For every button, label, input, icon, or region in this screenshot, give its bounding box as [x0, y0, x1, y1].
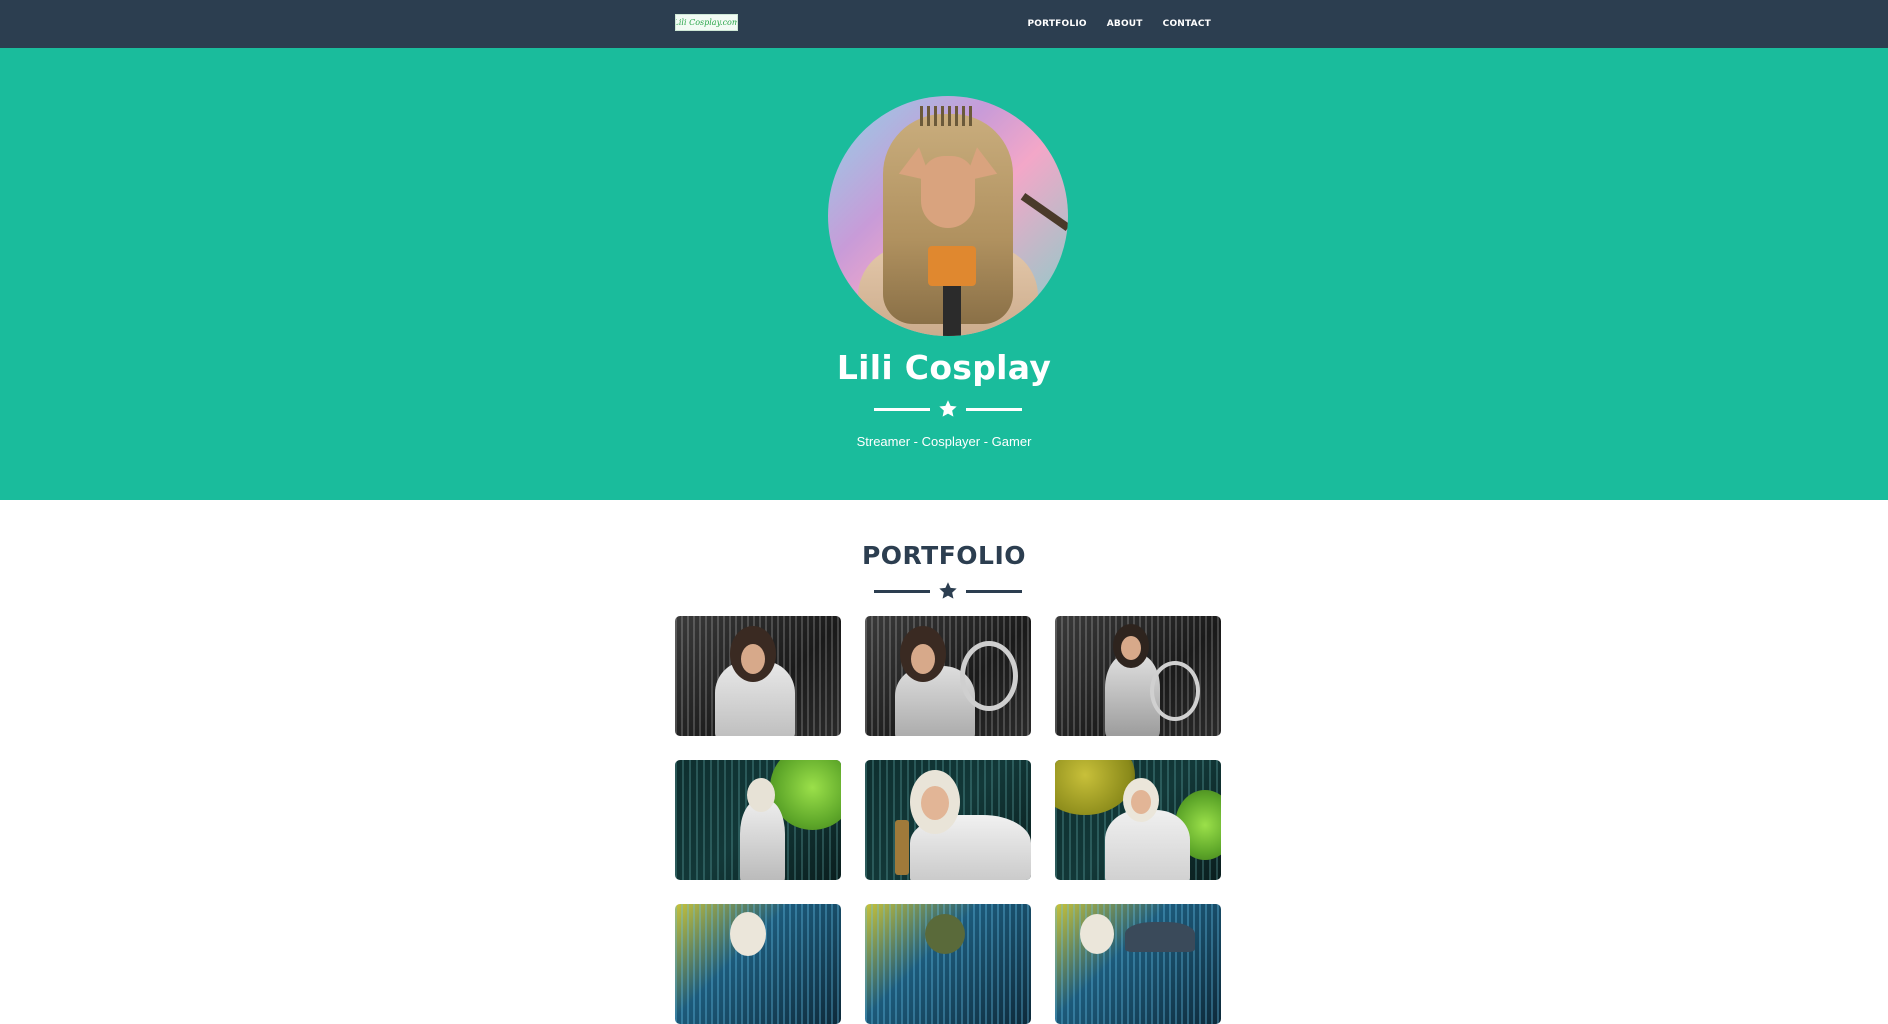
star-icon — [939, 400, 957, 417]
portfolio-item[interactable] — [865, 760, 1031, 880]
portfolio-grid — [675, 616, 1223, 1024]
portfolio-item[interactable] — [1055, 904, 1221, 1024]
hero-title: Lili Cosplay — [836, 348, 1052, 387]
nav-link-about[interactable]: ABOUT — [1107, 19, 1143, 29]
hero-divider — [874, 399, 1022, 419]
nav-link-portfolio[interactable]: PORTFOLIO — [1027, 19, 1086, 29]
portfolio-title: PORTFOLIO — [861, 541, 1027, 570]
nav-link-contact[interactable]: CONTACT — [1163, 19, 1211, 29]
portfolio-item[interactable] — [865, 616, 1031, 736]
nav-links: PORTFOLIO ABOUT CONTACT — [1027, 0, 1211, 48]
portfolio-item[interactable] — [675, 760, 841, 880]
brand-logo[interactable]: Lili Cosplay.com — [675, 14, 738, 31]
navbar: Lili Cosplay.com PORTFOLIO ABOUT CONTACT — [0, 0, 1888, 48]
portfolio-item[interactable] — [865, 904, 1031, 1024]
portfolio-item[interactable] — [1055, 760, 1221, 880]
portfolio-item[interactable] — [675, 904, 841, 1024]
portfolio-divider — [874, 581, 1022, 601]
portfolio-item[interactable] — [675, 616, 841, 736]
portfolio-item[interactable] — [1055, 616, 1221, 736]
star-icon — [939, 582, 957, 599]
hero-subtitle: Streamer - Cosplayer - Gamer — [856, 434, 1032, 449]
avatar — [828, 96, 1068, 336]
